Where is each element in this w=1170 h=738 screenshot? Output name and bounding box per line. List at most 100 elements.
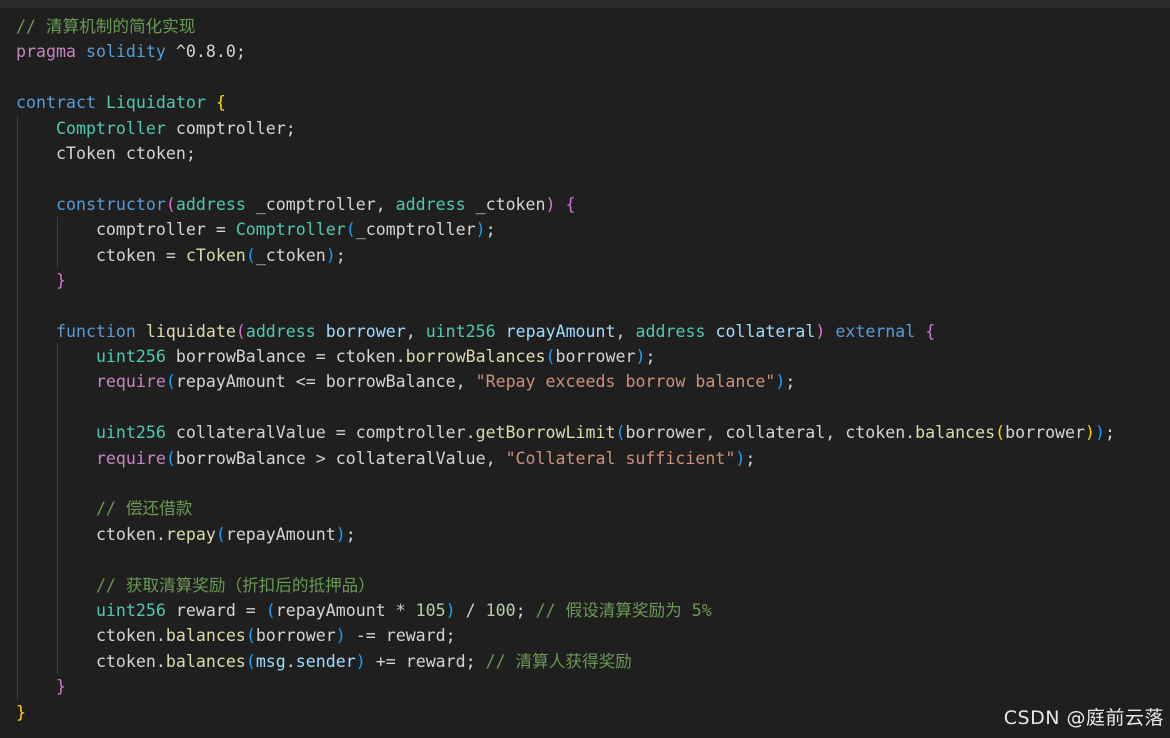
code-token-bracket2: } [55,270,66,290]
code-token-plain: ctoken. [95,626,166,646]
code-token-bracket1: } [16,702,26,722]
code-token-bracket3: ( [165,372,176,392]
code-token-func: liquidate [145,321,236,341]
code-token-func: borrowBalances [405,347,546,367]
code-token-comment: // 获取清算奖励（折扣后的抵押品） [95,575,375,595]
code-token-bracket3: ( [545,347,556,367]
csdn-watermark: CSDN @庭前云落 [1003,707,1164,729]
code-token-plain: cToken ctoken; [55,143,196,163]
code-token-comment: // 清算人获得奖励 [485,651,632,671]
code-token-plain: , [405,321,426,341]
code-token-plain: comptroller; [165,118,296,138]
code-token-var: collateral [715,321,816,341]
code-block[interactable]: // 清算机制的简化实现 pragma solidity ^0.8.0; contr… [16,14,1115,725]
code-line: ctoken.balances(msg.sender) += reward; /… [16,649,1115,674]
indent-guide [56,344,58,675]
code-token-bracket3: ) [325,245,336,265]
code-line: Comptroller comptroller; [16,116,1115,141]
code-token-plain: ; [345,524,356,544]
code-token-string: "Repay exceeds borrow balance" [475,372,776,392]
code-token-bracket2: ) [545,194,556,214]
code-token-plain: ctoken. [95,524,166,544]
code-token-bracket3: ) [475,220,486,240]
code-token-number: 100 [485,600,516,620]
code-token-type: address [175,194,246,214]
code-token-type: Liquidator [105,93,206,113]
code-token-plain: repayAmount [225,524,336,544]
code-line: // 偿还借款 [16,496,1115,521]
code-editor[interactable]: // 清算机制的简化实现 pragma solidity ^0.8.0; contr… [0,0,1170,738]
code-token-plain: _comptroller [355,220,476,240]
code-token-bracket3: ) [445,600,456,620]
code-token-comment: // 清算机制的简化实现 [16,17,196,36]
code-token-plain: ; [785,372,796,392]
code-line: contract Liquidator { [16,90,1115,115]
code-token-func: balances [165,626,246,646]
code-token-comment: // 假设清算奖励为 5% [535,600,712,620]
code-token-bracket3: ) [775,372,786,392]
code-line: } [16,700,1115,725]
code-token-type: uint256 [425,321,496,341]
code-token-string: "Collateral sufficient" [505,448,736,468]
code-line: cToken ctoken; [16,141,1115,166]
code-token-plain: comptroller = [95,220,236,240]
code-token-plain: . [285,651,296,671]
code-line: ctoken.balances(borrower) -= reward; [16,623,1115,648]
code-token-bracket2: ( [235,321,246,341]
code-token-plain: ctoken. [95,651,166,671]
code-token-func: getBorrowLimit [475,423,616,443]
code-line: constructor(address _comptroller, addres… [16,192,1115,217]
code-token-plain: borrower [555,347,636,367]
code-token-number: 105 [415,600,446,620]
code-token-plain: ; [515,600,536,620]
code-token-bracket3: ( [345,220,356,240]
code-token-plain: ctoken = [95,245,186,265]
code-token-bracket3: ( [245,626,256,646]
code-token-keyword: constructor [55,194,166,214]
code-token-control: require [95,448,166,468]
code-token-func: cToken [185,245,246,265]
code-token-type: Comptroller [55,118,166,138]
code-token-bracket3: ( [215,524,226,544]
code-token-bracket3: ( [245,245,256,265]
code-token-bracket3: ) [355,651,366,671]
code-token-type: address [635,321,706,341]
code-token-bracket3: ) [1095,423,1106,443]
code-token-func: repay [165,524,216,544]
code-line: // 获取清算奖励（折扣后的抵押品） [16,573,1115,598]
code-token-bracket2: ( [165,194,176,214]
code-token-keyword: solidity [85,42,166,62]
code-token-bracket1: ) [1085,423,1096,443]
code-line: ctoken = cToken(_ctoken); [16,243,1115,268]
code-token-plain: ; [1105,423,1116,443]
code-token-plain: collateralValue = comptroller. [165,423,476,443]
code-token-bracket3: ( [265,600,276,620]
code-token-plain: ; [485,220,496,240]
code-token-bracket3: ( [245,651,256,671]
code-token-plain: / [455,600,486,620]
code-token-bracket3: ) [635,347,646,367]
code-token-comment: // 偿还借款 [95,499,193,519]
code-token-var: borrower [325,321,406,341]
code-token-plain: reward = [165,600,266,620]
code-token-control: pragma [16,42,76,62]
code-token-bracket2: ) [815,321,826,341]
indent-guide [17,115,18,700]
code-token-plain: borrower [255,626,336,646]
code-token-bracket2: { [925,321,936,341]
code-line: uint256 reward = (repayAmount * 105) / 1… [16,598,1115,623]
code-token-var: sender [295,651,356,671]
